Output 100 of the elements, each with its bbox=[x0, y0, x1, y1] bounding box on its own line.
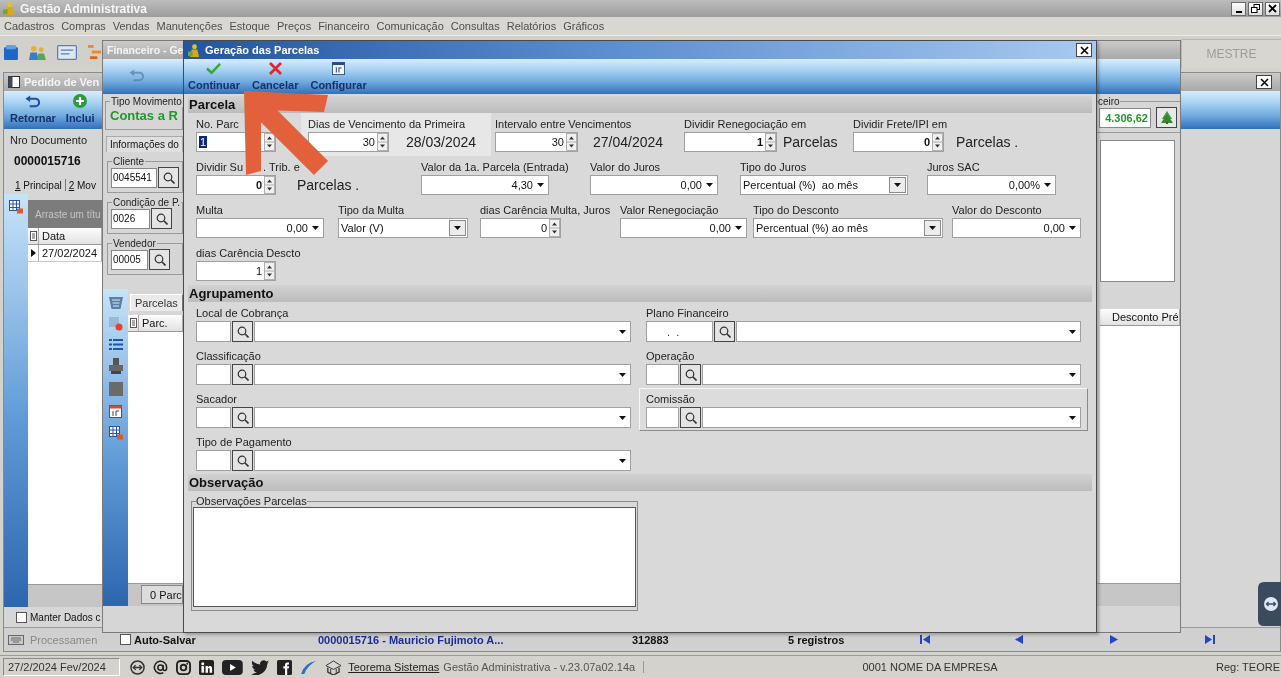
spin-field[interactable]: 30 bbox=[495, 132, 578, 152]
at-sign-icon[interactable] bbox=[153, 659, 168, 675]
list-icon[interactable] bbox=[108, 339, 123, 350]
code-field[interactable] bbox=[196, 321, 231, 342]
square-dot-icon[interactable] bbox=[108, 317, 123, 331]
play-icon[interactable] bbox=[222, 659, 243, 675]
amount-field[interactable]: 0,00 bbox=[620, 218, 747, 238]
caret-icon[interactable] bbox=[619, 329, 626, 334]
code-field[interactable]: 0026 bbox=[111, 208, 150, 229]
camera-icon[interactable] bbox=[176, 659, 191, 675]
spin-field[interactable]: 1 bbox=[196, 261, 276, 281]
caret-icon[interactable] bbox=[454, 226, 461, 230]
toolbar-button[interactable]: Inclui bbox=[65, 94, 95, 124]
dropdown-field[interactable] bbox=[254, 407, 631, 428]
menu-item[interactable]: Compras bbox=[61, 20, 106, 32]
grid-icon[interactable] bbox=[108, 426, 123, 440]
dropdown-field[interactable] bbox=[254, 321, 631, 342]
code-field[interactable]: 00005 bbox=[111, 249, 148, 270]
search-button[interactable] bbox=[680, 407, 701, 428]
code-field[interactable] bbox=[196, 364, 231, 385]
toolbar-button[interactable]: Cancelar bbox=[251, 62, 299, 91]
caret-icon[interactable] bbox=[1044, 183, 1051, 187]
menu-item[interactable]: Gráficos bbox=[563, 20, 605, 32]
menu-item[interactable]: Financeiro bbox=[318, 20, 370, 32]
toolbar-button[interactable]: Continuar bbox=[188, 62, 240, 91]
caret-icon[interactable] bbox=[706, 183, 713, 187]
minimize-button[interactable] bbox=[1231, 1, 1246, 16]
amount-field[interactable]: 0,00% bbox=[927, 175, 1056, 195]
spinner-icon[interactable] bbox=[264, 176, 275, 194]
graduation-cap-icon[interactable] bbox=[325, 659, 343, 675]
spinner-icon[interactable] bbox=[566, 133, 577, 151]
menu-item[interactable]: Preços bbox=[276, 20, 312, 32]
bird-icon[interactable] bbox=[250, 659, 270, 675]
square-icon[interactable] bbox=[108, 382, 123, 396]
stamp-icon[interactable] bbox=[108, 358, 123, 374]
caret-icon[interactable] bbox=[312, 226, 319, 230]
amount-field[interactable]: 0,00 bbox=[590, 175, 718, 195]
next-icon[interactable] bbox=[1110, 635, 1118, 644]
caret-icon[interactable] bbox=[1069, 329, 1076, 334]
toolbar-button[interactable]: Retornar bbox=[10, 95, 56, 124]
caret-icon[interactable] bbox=[735, 226, 742, 230]
tab[interactable]: 2 Mov bbox=[68, 179, 96, 191]
dropdown-button[interactable] bbox=[889, 177, 906, 193]
restore-button[interactable] bbox=[1248, 1, 1263, 16]
caret-icon[interactable] bbox=[537, 183, 544, 187]
close-button[interactable] bbox=[1265, 1, 1280, 16]
code-field[interactable] bbox=[646, 364, 679, 385]
people-icon[interactable] bbox=[28, 44, 46, 60]
menu-item[interactable]: Estoque bbox=[229, 20, 270, 32]
caret-icon[interactable] bbox=[929, 226, 936, 230]
code-field[interactable]: 0045541 bbox=[111, 167, 157, 188]
document-icon[interactable] bbox=[4, 44, 18, 60]
search-button[interactable] bbox=[151, 208, 172, 229]
checkbox[interactable] bbox=[16, 611, 27, 623]
dropdown-button[interactable] bbox=[924, 220, 941, 236]
code-field[interactable] bbox=[196, 450, 231, 471]
spinner-icon[interactable] bbox=[549, 219, 560, 237]
spinner-icon[interactable] bbox=[264, 133, 275, 151]
spin-field[interactable]: 1 bbox=[684, 132, 777, 152]
menu-item[interactable]: Consultas bbox=[450, 20, 500, 32]
facebook-icon[interactable] bbox=[277, 659, 293, 675]
amount-field[interactable]: 0,00 bbox=[952, 218, 1081, 238]
double-arrow-circle-icon[interactable] bbox=[130, 659, 145, 675]
company-link[interactable]: Teorema Sistemas bbox=[348, 661, 440, 673]
spin-field[interactable]: 0 bbox=[480, 218, 561, 238]
tab[interactable]: Parcelas bbox=[130, 294, 183, 311]
first-page-icon[interactable] bbox=[920, 635, 930, 644]
spinner-icon[interactable] bbox=[377, 133, 388, 151]
dropdown-field[interactable] bbox=[736, 321, 1081, 342]
dropdown-button[interactable] bbox=[449, 220, 466, 236]
spin-field[interactable]: 0 bbox=[853, 132, 944, 152]
dropdown-field[interactable] bbox=[254, 364, 631, 385]
dropdown-field[interactable] bbox=[702, 407, 1081, 428]
dropdown-field[interactable]: Percentual (%) ao mês bbox=[740, 175, 908, 195]
search-button[interactable] bbox=[232, 364, 253, 385]
code-field[interactable] bbox=[646, 407, 679, 428]
basket-icon[interactable] bbox=[108, 297, 123, 309]
caret-icon[interactable] bbox=[619, 458, 626, 463]
amount-field[interactable]: 4,30 bbox=[421, 175, 549, 195]
tree-button[interactable] bbox=[1156, 107, 1177, 128]
tab[interactable]: Informações do bbox=[106, 136, 183, 152]
calendar-icon[interactable] bbox=[108, 404, 123, 418]
menu-item[interactable]: Vendas bbox=[112, 20, 150, 32]
column-header[interactable]: Desconto Pré bbox=[1100, 309, 1180, 325]
menu-item[interactable]: Comunicação bbox=[376, 20, 444, 32]
caret-icon[interactable] bbox=[619, 372, 626, 377]
menu-item[interactable]: Relatórios bbox=[506, 20, 557, 32]
last-page-icon[interactable] bbox=[1205, 635, 1215, 644]
caret-icon[interactable] bbox=[894, 183, 901, 187]
spin-field[interactable]: 0 bbox=[196, 175, 276, 195]
spinner-icon[interactable] bbox=[932, 133, 943, 151]
caret-icon[interactable] bbox=[1069, 372, 1076, 377]
previous-icon[interactable] bbox=[1015, 635, 1023, 644]
search-button[interactable] bbox=[232, 450, 253, 471]
search-button[interactable] bbox=[232, 407, 253, 428]
dropdown-field[interactable] bbox=[702, 364, 1081, 385]
spinner-icon[interactable] bbox=[765, 133, 776, 151]
code-field[interactable] bbox=[196, 407, 231, 428]
toolbar-button[interactable]: Configurar bbox=[310, 62, 367, 91]
close-button[interactable] bbox=[1076, 43, 1092, 57]
